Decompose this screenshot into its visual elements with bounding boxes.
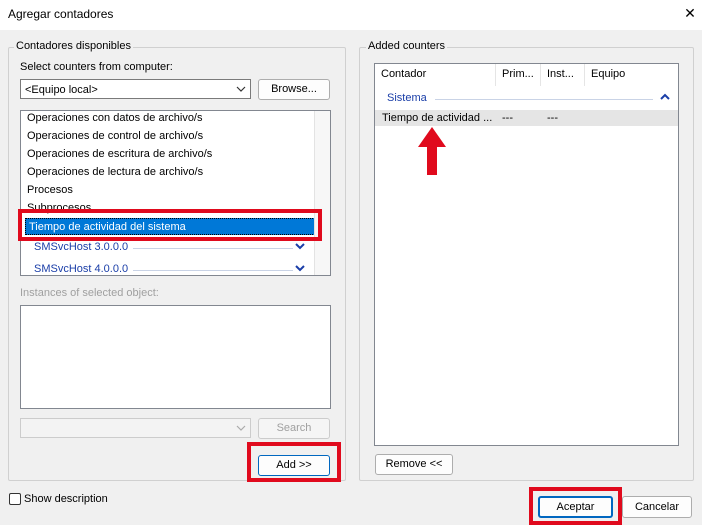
search-button[interactable]: Search	[258, 418, 330, 439]
column-header-counter[interactable]: Contador	[375, 64, 496, 86]
row-instance: ---	[547, 112, 558, 124]
group-divider	[133, 270, 293, 271]
row-parent: ---	[502, 112, 513, 124]
cancel-button[interactable]: Cancelar	[622, 496, 692, 518]
list-item[interactable]: Operaciones de escritura de archivo/s	[27, 148, 212, 160]
window-title: Agregar contadores	[8, 7, 114, 21]
list-item[interactable]: Operaciones con datos de archivo/s	[27, 112, 203, 124]
instances-listbox[interactable]	[20, 305, 331, 409]
show-description-checkbox[interactable]	[9, 493, 21, 505]
list-scrollbar[interactable]	[314, 111, 330, 275]
computer-combobox[interactable]: <Equipo local>	[20, 79, 251, 99]
instances-label: Instances of selected object:	[20, 287, 159, 299]
chevron-down-icon	[236, 82, 246, 99]
column-header-computer[interactable]: Equipo	[585, 64, 678, 86]
up-arrow-icon	[417, 127, 447, 177]
group-label-smsvchost4[interactable]: SMSvcHost 4.0.0.0	[34, 263, 128, 275]
highlight-box-accept	[529, 487, 622, 525]
select-computer-label: Select counters from computer:	[20, 61, 173, 73]
list-item[interactable]: Procesos	[27, 184, 73, 196]
available-counters-legend: Contadores disponibles	[14, 40, 133, 52]
column-header-instance[interactable]: Inst...	[541, 64, 585, 86]
row-counter: Tiempo de actividad ...	[382, 112, 493, 124]
group-divider	[133, 248, 293, 249]
group-label-sistema[interactable]: Sistema	[387, 92, 427, 104]
close-icon[interactable]: ✕	[682, 5, 698, 21]
counter-listbox[interactable]: Operaciones con datos de archivo/s Opera…	[20, 110, 331, 276]
computer-value: <Equipo local>	[25, 84, 98, 96]
highlight-box-add	[247, 442, 341, 482]
show-description-label: Show description	[24, 493, 108, 505]
chevron-down-icon[interactable]	[295, 241, 305, 254]
remove-button[interactable]: Remove <<	[375, 454, 453, 475]
table-row[interactable]: Tiempo de actividad ... --- ---	[375, 110, 678, 126]
column-header-parent[interactable]: Prim...	[496, 64, 541, 86]
added-counters-table[interactable]: Contador Prim... Inst... Equipo Sistema …	[374, 63, 679, 446]
highlight-box-selected	[18, 209, 322, 241]
chevron-up-icon[interactable]	[660, 92, 670, 105]
chevron-down-icon[interactable]	[295, 263, 305, 275]
list-item[interactable]: Operaciones de lectura de archivo/s	[27, 166, 203, 178]
list-item[interactable]: Operaciones de control de archivo/s	[27, 130, 203, 142]
search-combobox[interactable]	[20, 418, 251, 438]
chevron-down-icon	[236, 421, 246, 438]
browse-button[interactable]: Browse...	[258, 79, 330, 100]
group-divider	[435, 99, 653, 100]
title-bar: Agregar contadores ✕	[0, 0, 702, 30]
group-label-smsvchost3[interactable]: SMSvcHost 3.0.0.0	[34, 241, 128, 253]
added-counters-legend: Added counters	[366, 40, 448, 52]
